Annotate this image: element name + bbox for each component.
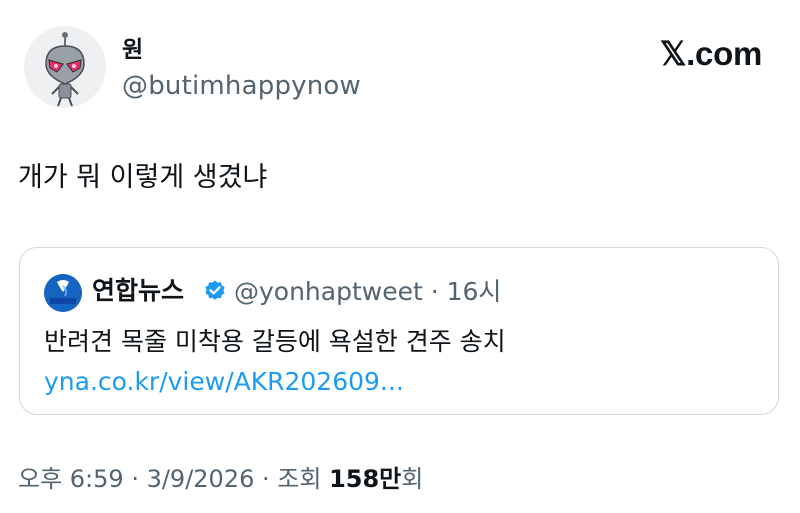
views-count: 158만 [329, 465, 402, 493]
quoted-tweet-text: 반려견 목줄 미착용 갈등에 욕설한 견주 송치 [44, 327, 506, 356]
views-label: 조회 [277, 465, 330, 493]
yonhap-logo-icon [44, 274, 82, 312]
quoted-tweet-link[interactable]: yna.co.kr/view/AKR202609... [44, 365, 404, 399]
tweet-date[interactable]: 3/9/2026 [147, 465, 255, 493]
quoted-tweet-card[interactable]: 연합뉴스 @yonhaptweet · 16시 반려견 목줄 미착용 갈등에 욕… [19, 247, 779, 415]
tweet-text: 개가 뭐 이렇게 생겼냐 [18, 162, 268, 193]
verified-badge-icon [205, 280, 225, 300]
alien-robot-avatar-icon [24, 26, 106, 108]
author-handle[interactable]: @butimhappynow [122, 70, 361, 102]
quoted-author-name[interactable]: 연합뉴스 [92, 274, 184, 308]
tweet-screenshot: 원 @butimhappynow 𝕏.com 개가 뭐 이렇게 생겼냐 연합뉴스… [0, 0, 800, 513]
tweet-time[interactable]: 오후 6:59 [18, 465, 124, 493]
tweet-header: 원 @butimhappynow 𝕏.com [24, 26, 776, 112]
author-name[interactable]: 원 [122, 36, 143, 64]
quoted-author-handle-and-time[interactable]: @yonhaptweet · 16시 [234, 275, 501, 309]
x-brand-logo: 𝕏.com [659, 35, 762, 72]
quoted-author-avatar[interactable] [44, 274, 82, 312]
tweet-meta: 오후 6:59 · 3/9/2026 · 조회 158만회 [18, 462, 423, 496]
meta-separator: · [123, 465, 147, 493]
author-avatar[interactable] [24, 26, 106, 108]
views-unit: 회 [401, 465, 424, 493]
meta-separator: · [254, 465, 278, 493]
